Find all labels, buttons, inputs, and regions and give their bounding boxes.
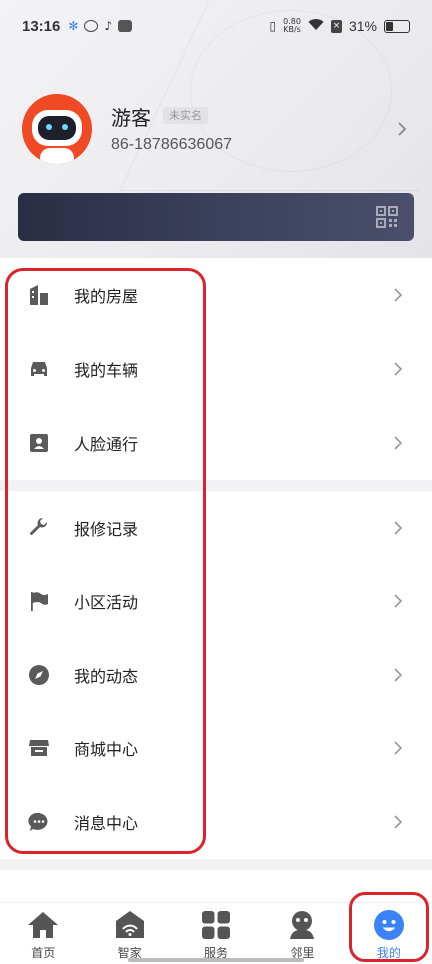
tab-mine[interactable]: 我的 xyxy=(346,903,432,964)
menu-item-label: 我的动态 xyxy=(74,666,139,686)
chevron-right-icon xyxy=(394,436,403,450)
menu-item-mall-center[interactable]: 商城中心 xyxy=(0,712,432,786)
wrench-icon xyxy=(27,516,51,540)
avatar[interactable] xyxy=(22,94,92,164)
battery-percent: 31% xyxy=(348,18,377,34)
menu-item-repair-records[interactable]: 报修记录 xyxy=(0,491,432,565)
chevron-right-icon xyxy=(394,594,403,608)
menu-item-label: 人脸通行 xyxy=(74,435,139,454)
home-indicator[interactable] xyxy=(128,958,304,962)
menu-item-label: 小区活动 xyxy=(74,593,139,613)
chevron-right-icon xyxy=(394,288,403,302)
status-time: 13:16 xyxy=(22,17,61,35)
tab-label: 我的 xyxy=(376,946,401,960)
menu-item-face-access[interactable]: 人脸通行 xyxy=(0,406,432,480)
tab-services[interactable]: 服务 xyxy=(173,903,259,964)
car-icon xyxy=(27,357,51,381)
menu-item-label: 消息中心 xyxy=(74,813,139,833)
menu-item-community-events[interactable]: 小区活动 xyxy=(0,565,432,639)
compass-icon xyxy=(27,663,51,687)
member-card[interactable] xyxy=(18,193,414,241)
menu-item-label: 我的房屋 xyxy=(74,287,139,306)
wifi-icon xyxy=(308,18,324,35)
profile-face-icon xyxy=(373,909,405,941)
chevron-right-icon xyxy=(394,815,403,829)
bottom-navigation: 首页 智家 服务 邻里 我的 xyxy=(0,902,432,964)
status-bar: 13:16 ✻ ♪ ▯ 0.80 KB/s × 31% xyxy=(0,0,432,52)
menu-item-my-posts[interactable]: 我的动态 xyxy=(0,638,432,712)
menu-item-label: 商城中心 xyxy=(74,740,139,760)
chevron-right-icon xyxy=(394,521,403,535)
neighbors-icon xyxy=(286,909,318,941)
shop-icon xyxy=(27,736,51,760)
tiktok-icon: ♪ xyxy=(104,19,113,33)
menu-item-my-house[interactable]: 我的房屋 xyxy=(0,258,432,332)
app-notification-icon xyxy=(84,20,99,32)
tab-neighbors[interactable]: 邻里 xyxy=(259,903,345,964)
tab-home[interactable]: 首页 xyxy=(0,903,86,964)
username[interactable]: 游客 xyxy=(111,102,151,131)
phone-number: 86-18786636067 xyxy=(111,136,233,153)
menu-group-services: 报修记录 小区活动 我的动态 商城中心 消息中心 xyxy=(0,491,432,859)
chevron-right-icon xyxy=(394,668,403,682)
flag-icon xyxy=(27,589,51,613)
battery-icon xyxy=(384,19,410,33)
sim-blocked-icon: × xyxy=(330,19,342,33)
home-icon xyxy=(27,909,59,941)
notification-icon: ✻ xyxy=(68,19,79,33)
chat-icon xyxy=(27,810,51,834)
chevron-right-icon xyxy=(394,362,403,376)
face-id-icon xyxy=(27,431,51,455)
menu-item-label: 我的车辆 xyxy=(74,361,139,380)
menu-item-label: 报修记录 xyxy=(74,519,139,539)
verification-badge: 未实名 xyxy=(163,107,208,124)
tab-label: 首页 xyxy=(31,946,56,960)
network-speed-unit: KB/s xyxy=(283,25,301,34)
building-icon xyxy=(27,283,51,307)
menu-group-property: 我的房屋 我的车辆 人脸通行 xyxy=(0,258,432,480)
grid-icon xyxy=(200,909,232,941)
smart-home-icon xyxy=(114,909,146,941)
menu-item-message-center[interactable]: 消息中心 xyxy=(0,785,432,859)
chevron-right-icon[interactable] xyxy=(394,119,410,139)
network-speed: 0.80 KB/s xyxy=(283,18,301,34)
menu-item-my-vehicle[interactable]: 我的车辆 xyxy=(0,332,432,406)
chevron-right-icon xyxy=(394,741,403,755)
qr-code-icon[interactable] xyxy=(376,206,398,228)
tab-smart-home[interactable]: 智家 xyxy=(86,903,172,964)
app-badge-icon xyxy=(118,20,133,32)
vibrate-icon: ▯ xyxy=(269,19,277,33)
